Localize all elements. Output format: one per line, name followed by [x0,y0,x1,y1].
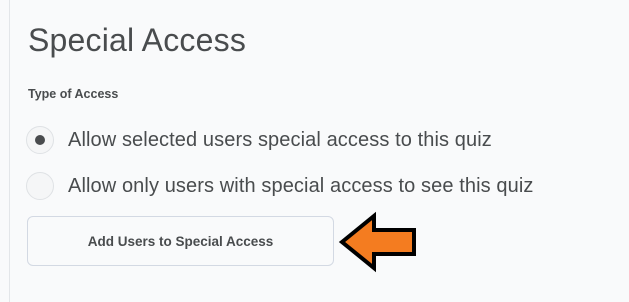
radio-option-label: Allow selected users special access to t… [68,128,492,151]
radio-button-checked[interactable] [26,126,54,154]
arrow-left-shape [338,211,416,273]
radio-button-unchecked[interactable] [26,172,54,200]
radio-option-only-special-users[interactable]: Allow only users with special access to … [26,170,534,202]
add-users-to-special-access-button[interactable]: Add Users to Special Access [27,216,334,266]
type-of-access-label: Type of Access [28,87,119,101]
radio-option-selected-users[interactable]: Allow selected users special access to t… [26,124,492,156]
special-access-panel: Special Access Type of Access Allow sele… [0,0,629,302]
left-divider [9,0,10,302]
arrow-left-icon [338,211,416,273]
page-title: Special Access [28,22,247,58]
radio-option-label: Allow only users with special access to … [68,174,534,197]
